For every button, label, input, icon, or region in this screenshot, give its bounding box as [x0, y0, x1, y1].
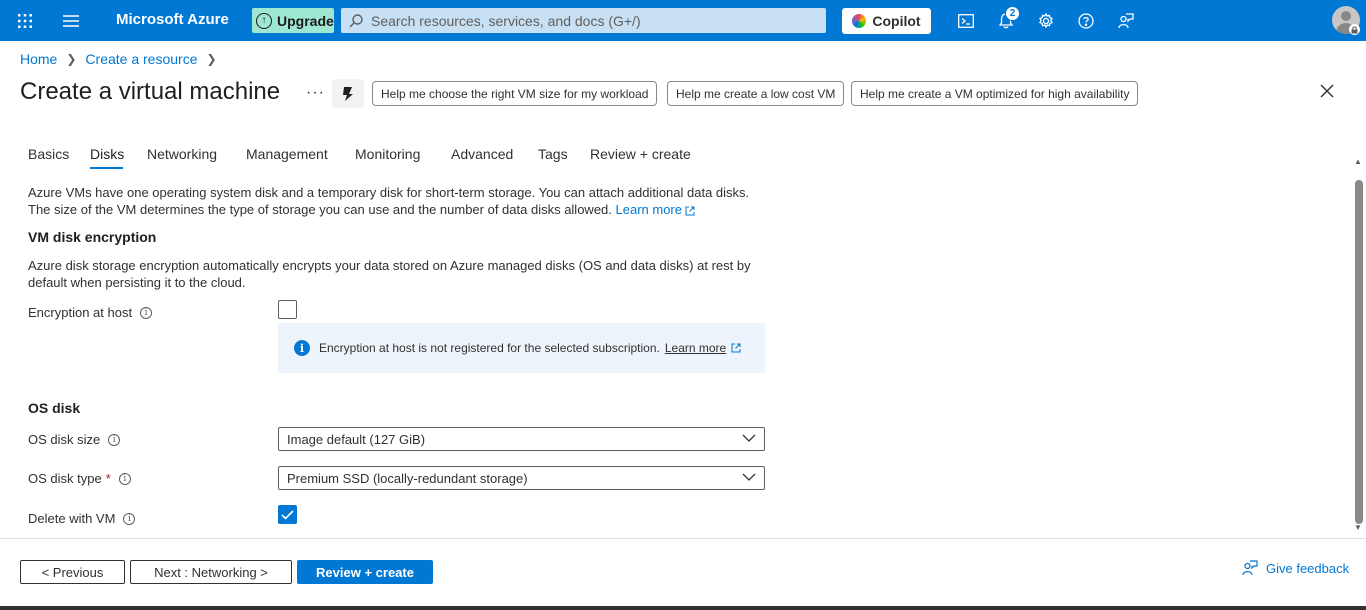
give-feedback-link[interactable]: Give feedback	[1242, 560, 1349, 576]
info-icon[interactable]: i	[108, 433, 121, 446]
search-icon	[349, 13, 363, 27]
delete-with-vm-checkbox[interactable]	[278, 505, 297, 524]
encryption-at-host-checkbox[interactable]	[278, 300, 297, 319]
os-disk-size-label: OS disk size i	[28, 432, 121, 447]
learn-more-label: Learn more	[615, 202, 682, 217]
global-search-input[interactable]: Search resources, services, and docs (G+…	[341, 8, 826, 33]
lock-icon	[1349, 24, 1360, 35]
active-tab-indicator	[90, 167, 123, 169]
encryption-desc-line2: default when persisting it to the cloud.	[28, 275, 246, 290]
learn-more-link[interactable]: Learn more	[616, 202, 695, 217]
help-question-icon[interactable]	[1074, 9, 1098, 33]
scroll-down-arrow-icon[interactable]: ▼	[1354, 523, 1362, 532]
breadcrumb-home[interactable]: Home	[20, 51, 57, 67]
scroll-up-arrow-icon[interactable]: ▲	[1354, 157, 1362, 166]
copilot-label: Copilot	[872, 13, 921, 29]
upgrade-label: Upgrade	[277, 12, 334, 29]
brand-title[interactable]: Microsoft Azure	[116, 11, 229, 28]
chevron-down-icon	[742, 473, 756, 481]
wizard-tabs: Basics Disks Networking Management Monit…	[28, 143, 1348, 171]
give-feedback-label: Give feedback	[1266, 560, 1350, 576]
upgrade-arrow-icon: ↑	[256, 12, 272, 29]
tab-management[interactable]: Management	[246, 146, 328, 162]
breadcrumb-create-resource[interactable]: Create a resource	[85, 51, 197, 67]
portal-menu-icon[interactable]	[59, 9, 83, 33]
feedback-person-icon	[1242, 560, 1258, 576]
info-circle-icon: i	[294, 340, 310, 356]
breadcrumb: Home ❯ Create a resource ❯	[20, 51, 226, 67]
vm-disk-encryption-heading: VM disk encryption	[28, 229, 157, 245]
os-disk-size-select[interactable]: Image default (127 GiB)	[278, 427, 765, 451]
review-create-button[interactable]: Review + create	[297, 560, 433, 584]
chevron-right-icon: ❯	[66, 52, 77, 66]
os-disk-size-text: OS disk size	[28, 432, 101, 447]
search-placeholder: Search resources, services, and docs (G+…	[371, 12, 641, 29]
disks-panel: Azure VMs have one operating system disk…	[0, 172, 1352, 534]
encryption-info-text: Encryption at host is not registered for…	[319, 341, 660, 355]
tab-disks[interactable]: Disks	[90, 146, 124, 162]
intro-text-line1: Azure VMs have one operating system disk…	[28, 185, 750, 200]
external-link-icon	[685, 206, 695, 216]
page-title: Create a virtual machine	[20, 78, 281, 105]
info-icon[interactable]: i	[123, 512, 136, 525]
delete-with-vm-text: Delete with VM	[28, 511, 116, 526]
os-disk-type-value: Premium SSD (locally-redundant storage)	[287, 470, 528, 486]
feedback-person-icon[interactable]	[1114, 9, 1138, 33]
wizard-footer: < Previous Next : Networking > Review + …	[0, 538, 1366, 610]
checkmark-icon	[281, 509, 294, 520]
next-networking-button[interactable]: Next : Networking >	[130, 560, 292, 584]
encryption-info-banner: i Encryption at host is not registered f…	[278, 323, 765, 373]
intro-text-line2: The size of the VM determines the type o…	[28, 201, 695, 218]
cloud-shell-icon[interactable]	[954, 9, 978, 33]
settings-gear-icon[interactable]	[1034, 9, 1058, 33]
suggestion-low-cost-chip[interactable]: Help me create a low cost VM	[667, 81, 845, 106]
tab-monitoring[interactable]: Monitoring	[355, 146, 420, 162]
delete-with-vm-label: Delete with VM i	[28, 511, 136, 526]
os-disk-size-value: Image default (127 GiB)	[287, 431, 426, 447]
app-launcher-icon[interactable]	[13, 9, 37, 33]
external-link-icon	[731, 343, 741, 353]
suggestion-high-availability-chip[interactable]: Help me create a VM optimized for high a…	[851, 81, 1139, 106]
chevron-down-icon	[742, 434, 756, 442]
suggestion-vm-size-chip[interactable]: Help me choose the right VM size for my …	[372, 81, 658, 106]
previous-button[interactable]: < Previous	[20, 560, 125, 584]
os-disk-heading: OS disk	[28, 400, 81, 416]
copilot-icon	[852, 14, 867, 28]
encryption-desc-line1: Azure disk storage encryption automatica…	[28, 258, 751, 273]
os-disk-type-label: OS disk type * i	[28, 471, 131, 486]
upgrade-button[interactable]: ↑ Upgrade	[252, 8, 334, 33]
copilot-suggestions-icon[interactable]	[332, 79, 364, 108]
close-icon[interactable]	[1320, 84, 1334, 103]
more-options-icon[interactable]: ···	[306, 84, 325, 102]
tab-review-create[interactable]: Review + create	[590, 146, 691, 162]
tab-networking[interactable]: Networking	[147, 146, 217, 162]
tab-basics[interactable]: Basics	[28, 146, 69, 162]
os-disk-type-text: OS disk type	[28, 471, 102, 486]
intro-text-line2-body: The size of the VM determines the type o…	[28, 202, 612, 217]
copilot-button[interactable]: Copilot	[842, 8, 931, 34]
tab-advanced[interactable]: Advanced	[451, 146, 513, 162]
encryption-at-host-text: Encryption at host	[28, 305, 133, 320]
info-icon[interactable]: i	[140, 306, 153, 319]
top-bar: Microsoft Azure ↑ Upgrade Search resourc…	[0, 0, 1366, 41]
taskbar-edge	[0, 606, 1366, 610]
encryption-at-host-label: Encryption at host i	[28, 305, 153, 320]
tab-tags[interactable]: Tags	[538, 146, 568, 162]
info-icon[interactable]: i	[118, 472, 131, 485]
chevron-right-icon: ❯	[206, 52, 217, 66]
required-asterisk: *	[105, 471, 111, 486]
os-disk-type-select[interactable]: Premium SSD (locally-redundant storage)	[278, 466, 765, 490]
notification-count-badge: 2	[1005, 6, 1020, 21]
scrollbar-thumb[interactable]	[1355, 180, 1363, 524]
encryption-learn-more-link[interactable]: Learn more	[665, 341, 726, 355]
